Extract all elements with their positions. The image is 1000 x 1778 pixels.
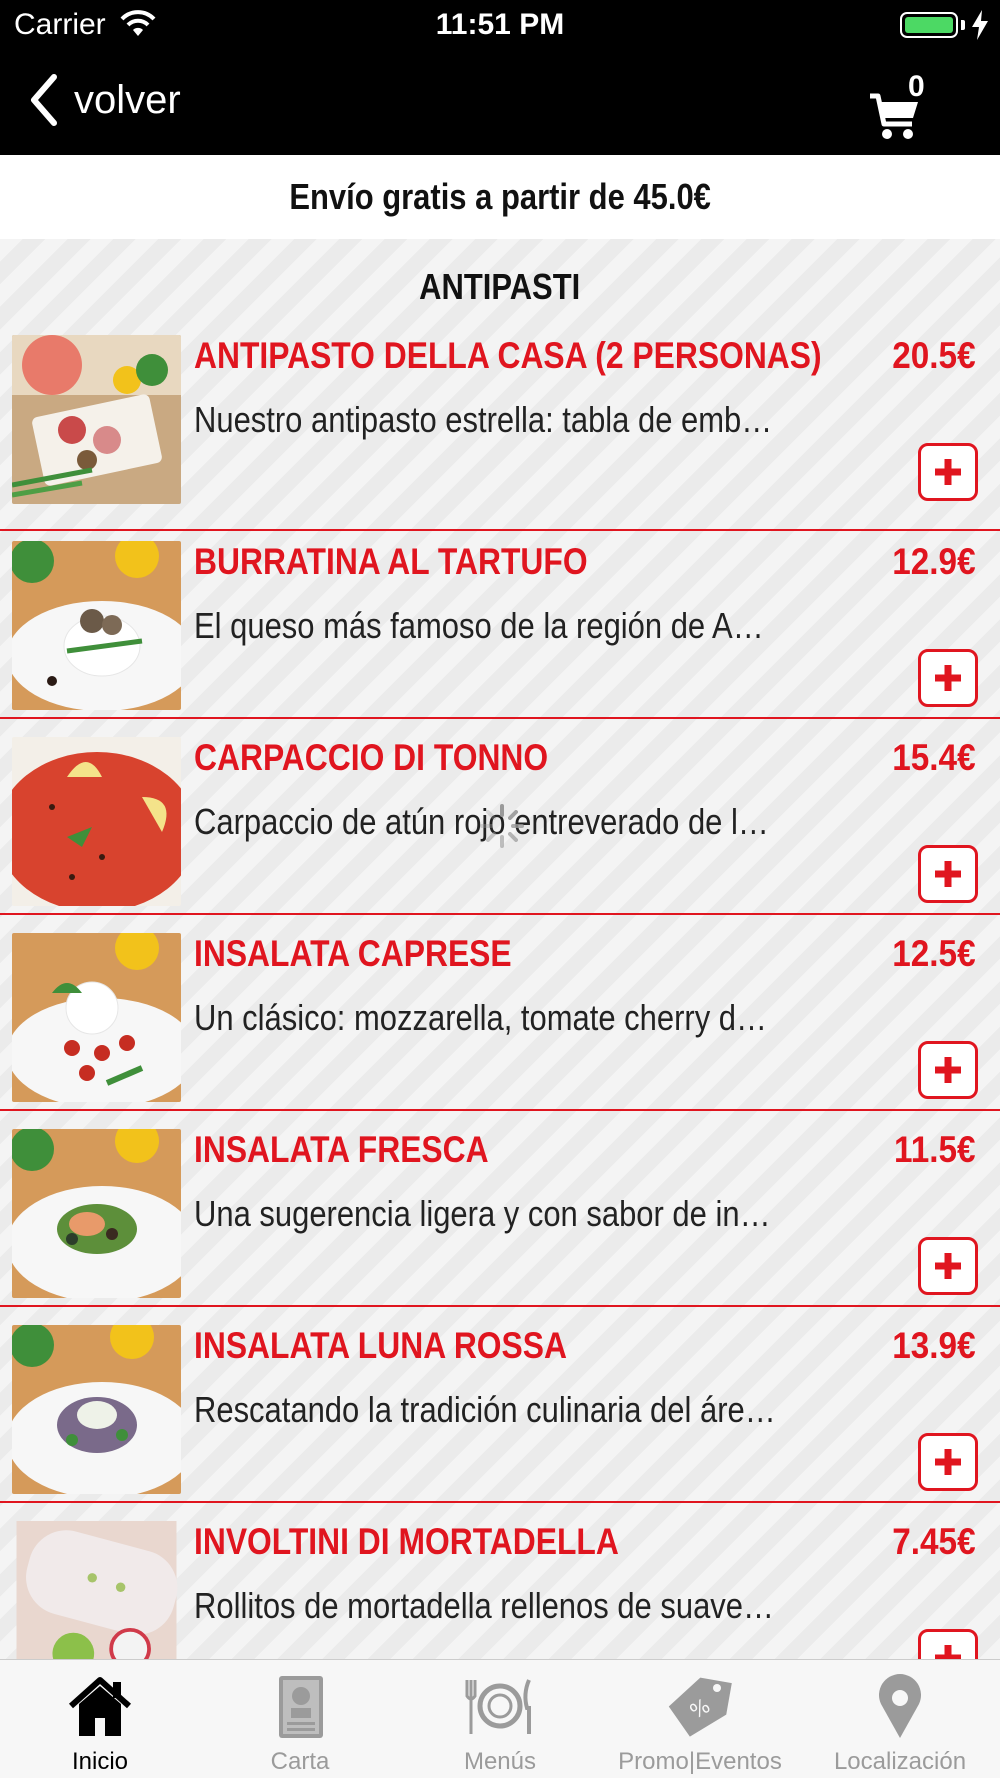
add-to-cart-button[interactable] [918, 443, 978, 501]
battery-icon [900, 12, 958, 38]
product-name: BURRATINA AL TARTUFO [194, 541, 588, 582]
product-price: 7.45€ [892, 1521, 976, 1562]
add-to-cart-button[interactable] [918, 1237, 978, 1295]
product-price: 15.4€ [892, 737, 976, 778]
clock: 11:51 PM [435, 8, 565, 41]
add-to-cart-button[interactable] [918, 1041, 978, 1099]
tab-bar: Inicio Carta Menús % Promo|Eventos Local… [0, 1659, 1000, 1778]
product-image [12, 933, 181, 1102]
location-pin-icon [879, 1674, 921, 1738]
home-icon [68, 1677, 132, 1736]
tab-label: Promo|Eventos [618, 1748, 782, 1775]
add-to-cart-button[interactable] [918, 649, 978, 707]
product-name: ANTIPASTO DELLA CASA (2 PERSONAS) [194, 335, 822, 376]
product-image [16, 1521, 178, 1659]
product-image [12, 1129, 181, 1298]
add-to-cart-button[interactable] [918, 1433, 978, 1491]
tab-promo-eventos[interactable]: % Promo|Eventos [600, 1660, 800, 1778]
cart-button[interactable]: 0 [868, 70, 934, 140]
shipping-text: Envío gratis a partir de 45.0€ [289, 176, 711, 217]
product-description: Una sugerencia ligera y con sabor de ing… [194, 1193, 779, 1234]
plus-icon [935, 459, 961, 485]
product-description: Un clásico: mozzarella, tomate cherry da… [194, 997, 779, 1038]
product-price: 13.9€ [892, 1325, 976, 1366]
cart-count-badge: 0 [908, 70, 925, 103]
product-row[interactable]: INSALATA LUNA ROSSA 13.9€ Rescatando la … [0, 1307, 1000, 1503]
product-price: 11.5€ [894, 1129, 976, 1170]
product-image [12, 737, 181, 906]
product-row[interactable]: INVOLTINI DI MORTADELLA 7.45€ Rollitos d… [0, 1503, 1000, 1659]
plus-icon [935, 1645, 961, 1659]
product-name: INSALATA CAPRESE [194, 933, 512, 974]
product-name: INSALATA LUNA ROSSA [194, 1325, 567, 1366]
plus-icon [935, 1253, 961, 1279]
product-description: Rollitos de mortadella rellenos de suave… [194, 1585, 779, 1626]
product-name: INSALATA FRESCA [194, 1129, 489, 1170]
back-label: volver [74, 77, 181, 122]
loading-spinner-icon [480, 804, 524, 848]
tab-label: Inicio [71, 1748, 129, 1775]
product-row[interactable]: BURRATINA AL TARTUFO 12.9€ El queso más … [0, 523, 1000, 719]
product-description: Rescatando la tradición culinaria del ár… [194, 1389, 779, 1430]
charging-bolt-icon [972, 10, 988, 40]
navigation-bar: volver 0 [0, 50, 1000, 155]
chevron-left-icon [31, 74, 57, 126]
tab-label: Menús [463, 1748, 537, 1775]
tab-carta[interactable]: Carta [200, 1660, 400, 1778]
dishes-icon [465, 1679, 531, 1734]
tab-localizacion[interactable]: Localización [800, 1660, 1000, 1778]
product-image [12, 541, 181, 710]
product-row[interactable]: ANTIPASTO DELLA CASA (2 PERSONAS) 20.5€ … [0, 335, 1000, 531]
tab-inicio[interactable]: Inicio [0, 1660, 200, 1778]
section-title: ANTIPASTI [419, 266, 581, 307]
status-bar: Carrier 11:51 PM [0, 0, 1000, 50]
tag-percent-icon: % [668, 1677, 732, 1737]
plus-icon [935, 1449, 961, 1475]
add-to-cart-button[interactable] [918, 1629, 978, 1659]
product-description: El queso más famoso de la región de Apul… [194, 605, 779, 646]
product-price: 20.5€ [892, 335, 976, 376]
product-name: INVOLTINI DI MORTADELLA [194, 1521, 619, 1562]
plus-icon [935, 861, 961, 887]
product-price: 12.9€ [892, 541, 976, 582]
tab-label: Carta [270, 1748, 330, 1775]
back-button[interactable]: volver [28, 70, 181, 130]
product-description: Nuestro antipasto estrella: tabla de emb… [194, 399, 779, 440]
product-row[interactable]: INSALATA CAPRESE 12.5€ Un clásico: mozza… [0, 915, 1000, 1111]
product-name: CARPACCIO DI TONNO [194, 737, 549, 778]
add-to-cart-button[interactable] [918, 845, 978, 903]
product-list[interactable]: ANTIPASTI ANTIPASTO DELLA CASA (2 PERSON… [0, 239, 1000, 1659]
tab-label: Localización [833, 1748, 967, 1775]
plus-icon [935, 665, 961, 691]
battery-tip [961, 20, 965, 30]
product-image [12, 1325, 181, 1494]
product-row[interactable]: INSALATA FRESCA 11.5€ Una sugerencia lig… [0, 1111, 1000, 1307]
shipping-banner: Envío gratis a partir de 45.0€ [0, 155, 1000, 239]
product-image [12, 335, 181, 504]
plus-icon [935, 1057, 961, 1083]
menu-card-icon [279, 1676, 323, 1738]
tab-menus[interactable]: Menús [400, 1660, 600, 1778]
product-price: 12.5€ [892, 933, 976, 974]
